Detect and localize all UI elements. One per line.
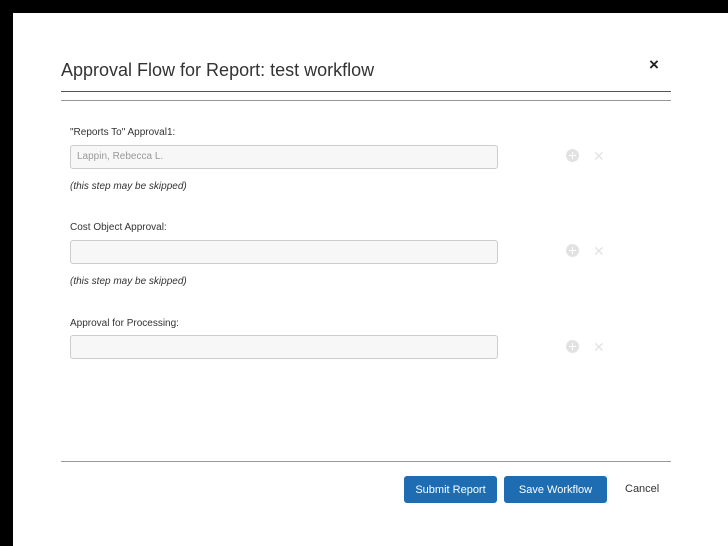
cost-object-approver-input[interactable] [70,240,498,264]
save-workflow-button[interactable]: Save Workflow [504,476,607,503]
step-label-reports-to: "Reports To" Approval1: [70,127,176,138]
processing-approver-input[interactable] [70,335,498,359]
add-approver-icon[interactable] [566,340,579,353]
header-divider [61,91,671,92]
reports-to-approver-input[interactable] [70,145,498,169]
approval-flow-dialog: Approval Flow for Report: test workflow … [13,13,728,546]
add-approver-icon[interactable] [566,244,579,257]
skip-note: (this step may be skipped) [70,276,187,287]
remove-approver-icon[interactable]: ✕ [593,149,605,163]
dialog-title: Approval Flow for Report: test workflow [61,60,375,80]
remove-approver-icon[interactable]: ✕ [593,340,605,354]
close-icon[interactable]: × [649,55,659,75]
footer-divider [61,461,671,462]
remove-approver-icon[interactable]: ✕ [593,244,605,258]
skip-note: (this step may be skipped) [70,181,187,192]
add-approver-icon[interactable] [566,149,579,162]
cancel-button[interactable]: Cancel [625,483,659,495]
header-divider-secondary [61,100,671,101]
step-label-processing: Approval for Processing: [70,318,179,329]
step-label-cost-object: Cost Object Approval: [70,222,167,233]
submit-report-button[interactable]: Submit Report [404,476,497,503]
